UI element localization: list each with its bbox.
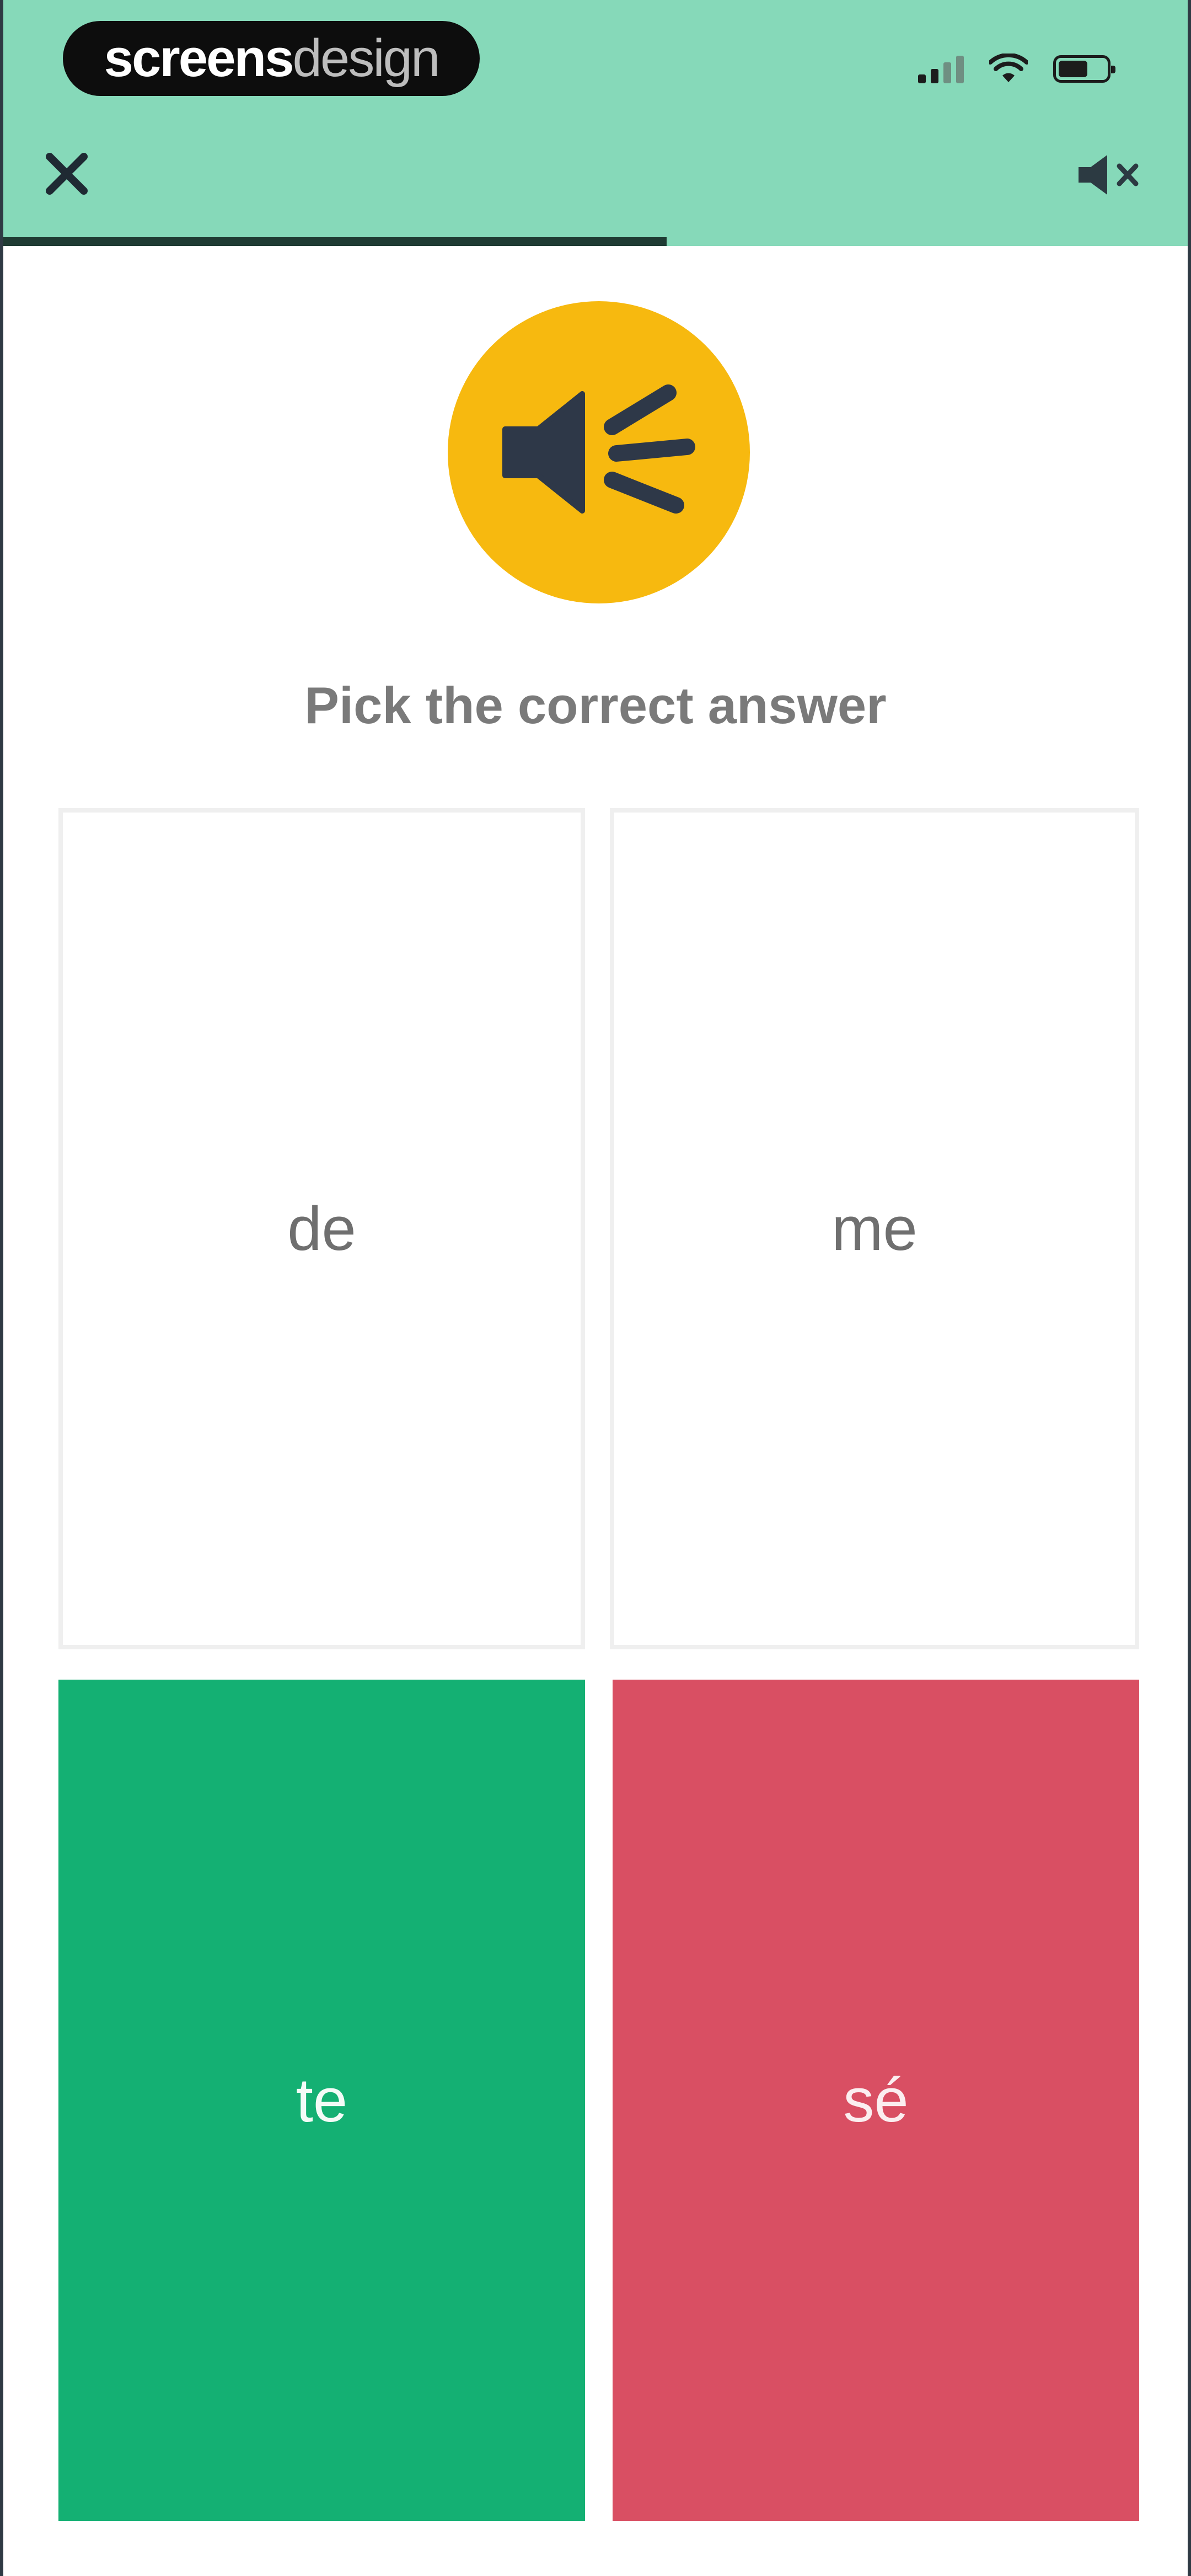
answer-option-se[interactable]: sé bbox=[613, 1680, 1139, 2521]
question-prompt: Pick the correct answer bbox=[304, 676, 887, 734]
close-icon bbox=[46, 153, 88, 195]
answer-label: sé bbox=[843, 2066, 909, 2135]
battery-icon bbox=[1053, 55, 1115, 83]
watermark-bold-text: screens bbox=[104, 29, 294, 88]
answer-option-te[interactable]: te bbox=[58, 1680, 585, 2521]
speaker-loud-icon bbox=[502, 384, 695, 514]
play-audio-button[interactable] bbox=[448, 301, 750, 603]
answer-label: te bbox=[296, 2066, 348, 2135]
speaker-muted-icon bbox=[1079, 155, 1139, 195]
answer-option-de[interactable]: de bbox=[58, 808, 585, 1649]
wifi-icon bbox=[989, 54, 1028, 82]
cellular-signal-icon bbox=[918, 55, 964, 83]
lesson-progress-bar bbox=[3, 237, 1188, 246]
lesson-progress-fill bbox=[3, 237, 667, 246]
header-bar: screens design bbox=[3, 0, 1188, 245]
status-bar-icons bbox=[918, 50, 1115, 88]
watermark-logo: screens design bbox=[63, 21, 480, 96]
mute-button[interactable] bbox=[1072, 145, 1149, 205]
app-screen: screens design Pick the correct answer d… bbox=[0, 0, 1191, 2576]
answer-label: me bbox=[831, 1194, 918, 1263]
answer-label: de bbox=[287, 1194, 356, 1263]
answer-option-me[interactable]: me bbox=[610, 808, 1139, 1649]
close-button[interactable] bbox=[36, 143, 97, 204]
watermark-light-text: design bbox=[292, 29, 441, 88]
